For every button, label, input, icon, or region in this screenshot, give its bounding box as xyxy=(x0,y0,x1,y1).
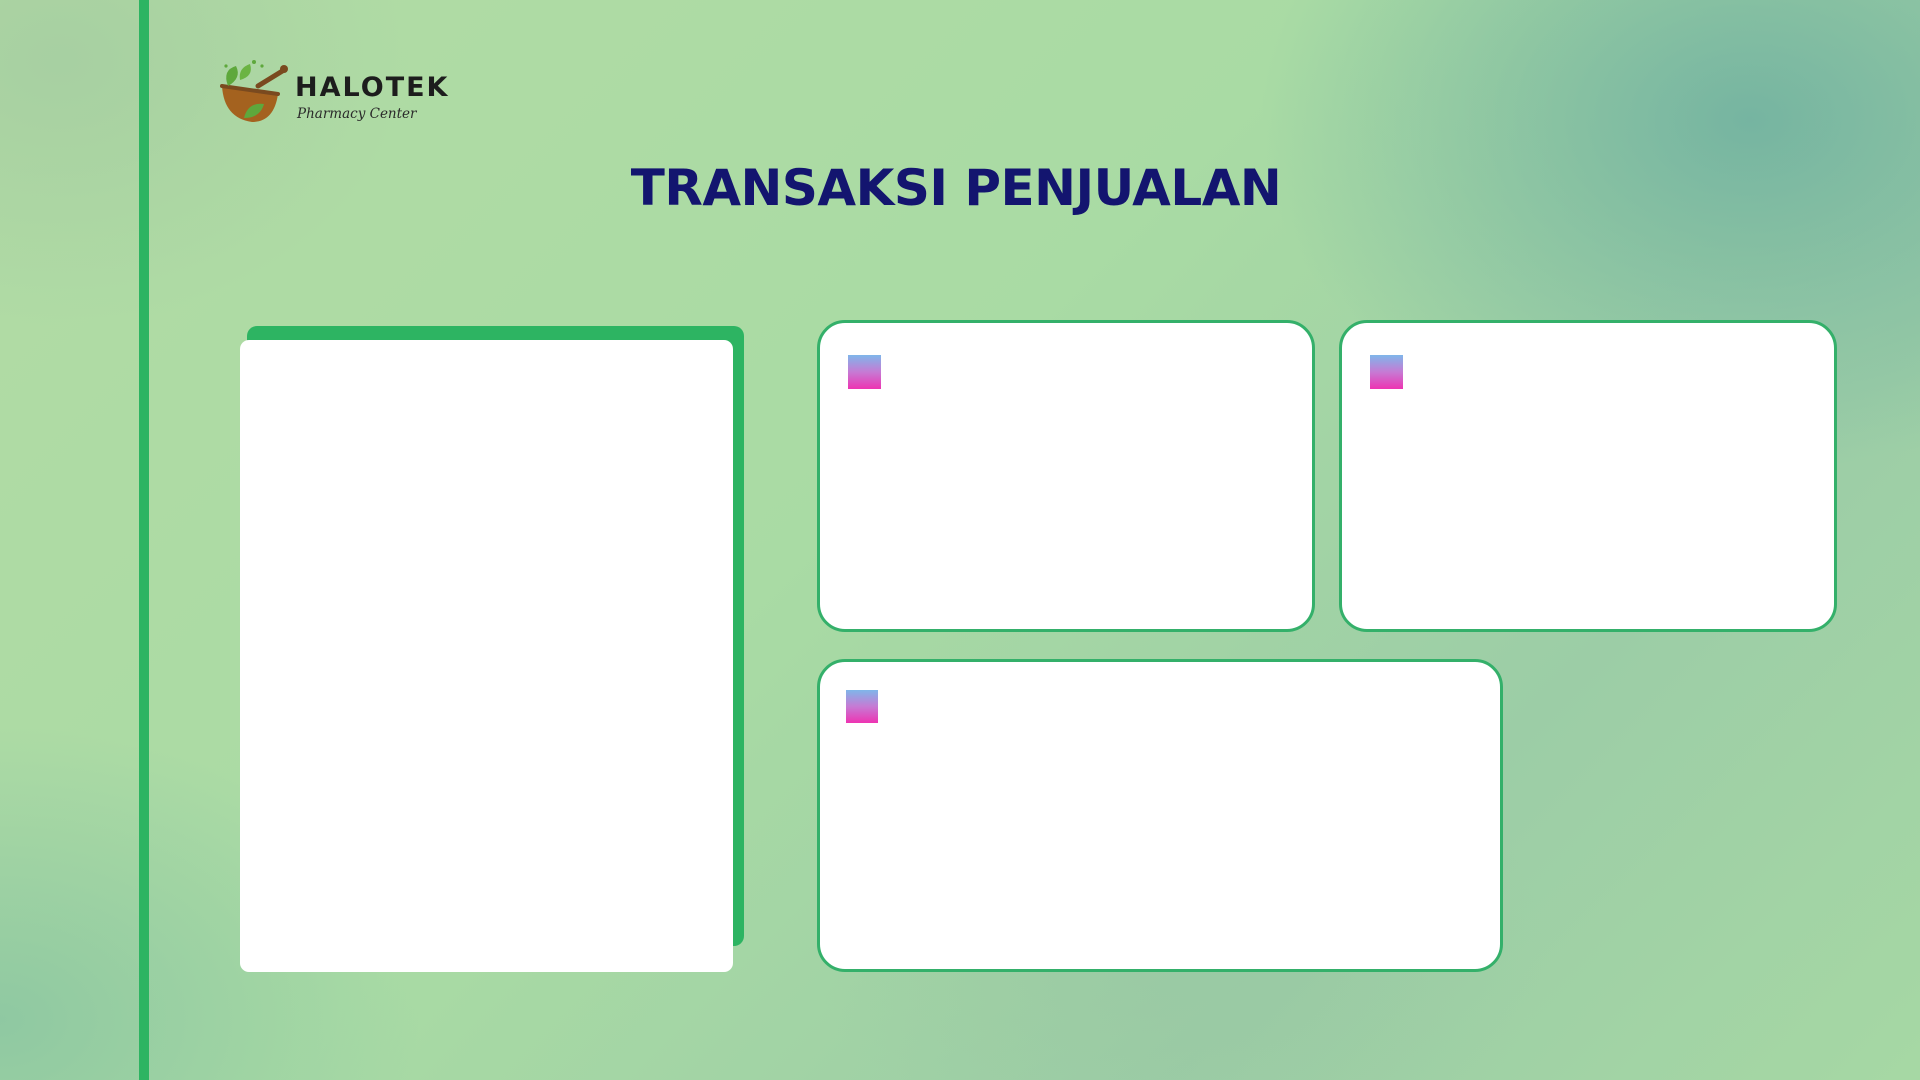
summary-card-top-left xyxy=(817,320,1315,632)
brand-tagline: Pharmacy Center xyxy=(297,106,417,122)
gradient-square-icon xyxy=(848,355,881,389)
left-panel xyxy=(240,340,733,972)
summary-card-bottom xyxy=(817,659,1503,972)
mortar-pestle-leaf-icon xyxy=(218,60,294,132)
gradient-square-icon xyxy=(846,690,878,723)
gradient-square-icon xyxy=(1370,355,1403,389)
brand-name: HALOTEK xyxy=(295,72,450,103)
summary-card-top-right xyxy=(1339,320,1837,632)
page-title: TRANSAKSI PENJUALAN xyxy=(630,159,1282,217)
brand-logo: HALOTEK Pharmacy Center xyxy=(218,60,458,132)
